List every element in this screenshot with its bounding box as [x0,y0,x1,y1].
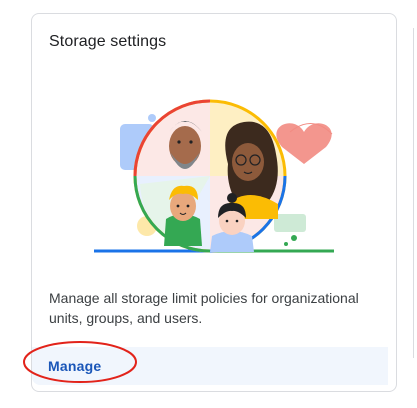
storage-settings-card: Storage settings Manage all storage limi… [31,13,397,392]
manage-link[interactable]: Manage [48,358,101,374]
adjacent-card-edge [413,28,417,358]
green-card-shape [274,214,306,232]
card-action-bar: Manage [32,347,396,385]
people-storage-illustration [94,99,334,253]
heart-cloud-shape [276,123,332,164]
card-description: Manage all storage limit policies for or… [49,290,359,326]
